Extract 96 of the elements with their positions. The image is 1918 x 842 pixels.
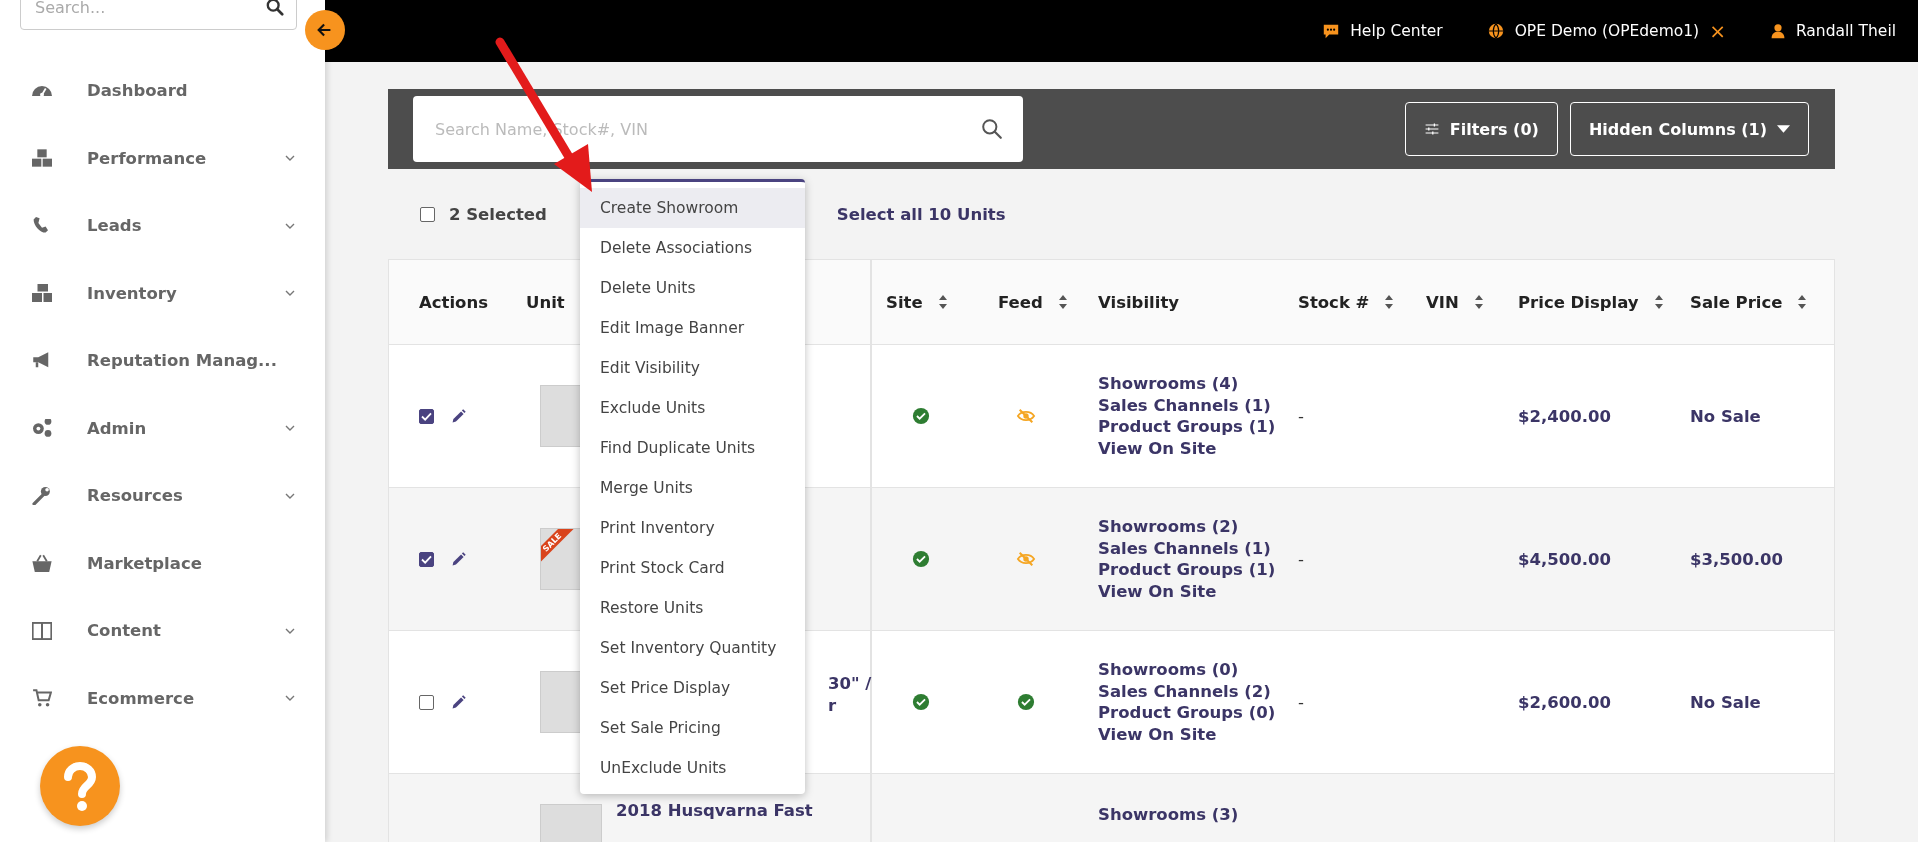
stock-number: - (1298, 406, 1304, 426)
price-display: $4,500.00 (1518, 549, 1611, 569)
selected-count: 2 Selected (449, 204, 547, 224)
visibility-link[interactable]: Sales Channels (2) (1098, 680, 1271, 702)
sidebar-item[interactable]: Performance (0, 124, 325, 192)
hidden-columns-dropdown[interactable]: Hidden Columns (1) (1569, 102, 1809, 156)
sort-icon[interactable] (1798, 295, 1807, 309)
search-icon (266, 0, 284, 16)
sort-icon[interactable] (1058, 295, 1067, 309)
visibility-link[interactable]: Sales Channels (1) (1098, 537, 1271, 559)
column-header: Price Display (1518, 292, 1639, 312)
visibility-link[interactable]: View On Site (1098, 723, 1217, 745)
chat-icon (1322, 22, 1341, 40)
visibility-link[interactable]: View On Site (1098, 437, 1217, 459)
checkbox[interactable] (420, 206, 435, 222)
menu-item[interactable]: Edit Image Banner (580, 308, 805, 348)
edit-icon[interactable] (450, 550, 467, 568)
sale-price: No Sale (1690, 692, 1761, 712)
menu-item[interactable]: Find Duplicate Units (580, 428, 805, 468)
menu-item[interactable]: Set Price Display (580, 668, 805, 708)
menu-item[interactable]: Delete Associations (580, 228, 805, 268)
sliders-icon (1423, 121, 1440, 137)
column-header: Unit (526, 292, 565, 312)
search-field[interactable]: Search... (20, 0, 297, 30)
visibility-link[interactable]: Showrooms (3) (1098, 804, 1239, 826)
visibility-link[interactable]: Showrooms (4) (1098, 373, 1239, 395)
caret-down-icon (1777, 125, 1790, 133)
cubes-icon (32, 284, 52, 303)
columns-icon (32, 621, 52, 640)
close-button[interactable]: × (1709, 19, 1726, 43)
stock-number: - (1298, 549, 1304, 569)
search-icon (981, 118, 1003, 140)
help-center-link[interactable]: Help Center (1322, 22, 1443, 40)
sidebar-item[interactable]: Admin (0, 394, 325, 462)
sidebar-item[interactable]: Dashboard (0, 57, 325, 125)
filters-button[interactable]: Filters (0) (1404, 102, 1558, 156)
sidebar-item[interactable]: Ecommerce (0, 664, 325, 732)
sort-icon[interactable] (1654, 295, 1663, 309)
sale-price: No Sale (1690, 406, 1761, 426)
unit-name[interactable]: r (828, 695, 872, 717)
price-display: $2,600.00 (1518, 692, 1611, 712)
visibility-link[interactable]: Sales Channels (1) (1098, 394, 1271, 416)
gears-icon (32, 419, 52, 438)
visibility-link[interactable]: Showrooms (2) (1098, 516, 1239, 538)
person-icon (1769, 22, 1786, 40)
unit-name[interactable]: 2018 Husqvarna Fast (616, 800, 813, 822)
cart-icon (32, 689, 52, 708)
column-header: Feed (998, 292, 1043, 312)
stock-number: - (1298, 692, 1304, 712)
column-header: Site (886, 292, 923, 312)
sort-icon[interactable] (1385, 295, 1394, 309)
sidebar-item[interactable]: Marketplace (0, 529, 325, 597)
visibility-link[interactable]: Product Groups (0) (1098, 702, 1276, 724)
visibility-link[interactable]: View On Site (1098, 580, 1217, 602)
price-display: $2,400.00 (1518, 406, 1611, 426)
edit-icon[interactable] (450, 693, 467, 711)
column-header: Stock # (1298, 292, 1370, 312)
visibility-link[interactable]: Showrooms (0) (1098, 659, 1239, 681)
sidebar-item[interactable]: Resources (0, 462, 325, 530)
menu-item[interactable]: Set Sale Pricing (580, 708, 805, 748)
sort-icon[interactable] (938, 295, 947, 309)
column-header: Visibility (1098, 292, 1180, 312)
menu-item[interactable]: Merge Units (580, 468, 805, 508)
account-name[interactable]: OPE Demo (OPEdemo1) (1514, 22, 1700, 40)
visibility-link[interactable]: Product Groups (1) (1098, 559, 1276, 581)
basket-icon (32, 554, 52, 573)
checkbox[interactable] (419, 551, 434, 567)
menu-item[interactable]: Print Inventory (580, 508, 805, 548)
menu-item[interactable]: Edit Visibility (580, 348, 805, 388)
sidebar-item[interactable]: Inventory (0, 259, 325, 327)
checkbox[interactable] (419, 694, 434, 710)
sidebar-item[interactable]: Reputation Manag... (0, 327, 325, 395)
column-header: Actions (419, 292, 488, 312)
search-input[interactable]: Search... (33, 0, 266, 29)
user-menu[interactable]: Randall Theil (1769, 22, 1896, 40)
menu-item[interactable]: Restore Units (580, 588, 805, 628)
column-header: VIN (1426, 292, 1459, 312)
edit-icon[interactable] (450, 407, 467, 425)
unit-name[interactable]: 30" / (828, 673, 872, 695)
wrench-icon (32, 486, 52, 505)
cubes-icon (32, 149, 52, 168)
select-all-link[interactable]: Select all 10 Units (836, 204, 1006, 224)
menu-item[interactable]: Set Inventory Quantity (580, 628, 805, 668)
menu-item[interactable]: Print Stock Card (580, 548, 805, 588)
menu-item[interactable]: Delete Units (580, 268, 805, 308)
column-header: Sale Price (1690, 292, 1783, 312)
menu-item[interactable]: UnExclude Units (580, 748, 805, 788)
visibility-link[interactable]: Product Groups (1) (1098, 416, 1276, 438)
globe-icon (1486, 22, 1505, 40)
sidebar-item[interactable]: Leads (0, 192, 325, 260)
menu-item[interactable]: Exclude Units (580, 388, 805, 428)
menu-item[interactable]: Create Showroom (580, 188, 805, 228)
sort-icon[interactable] (1474, 295, 1483, 309)
sale-price: $3,500.00 (1690, 549, 1783, 569)
sidebar-item[interactable]: Content (0, 597, 325, 665)
checkbox[interactable] (419, 408, 434, 424)
